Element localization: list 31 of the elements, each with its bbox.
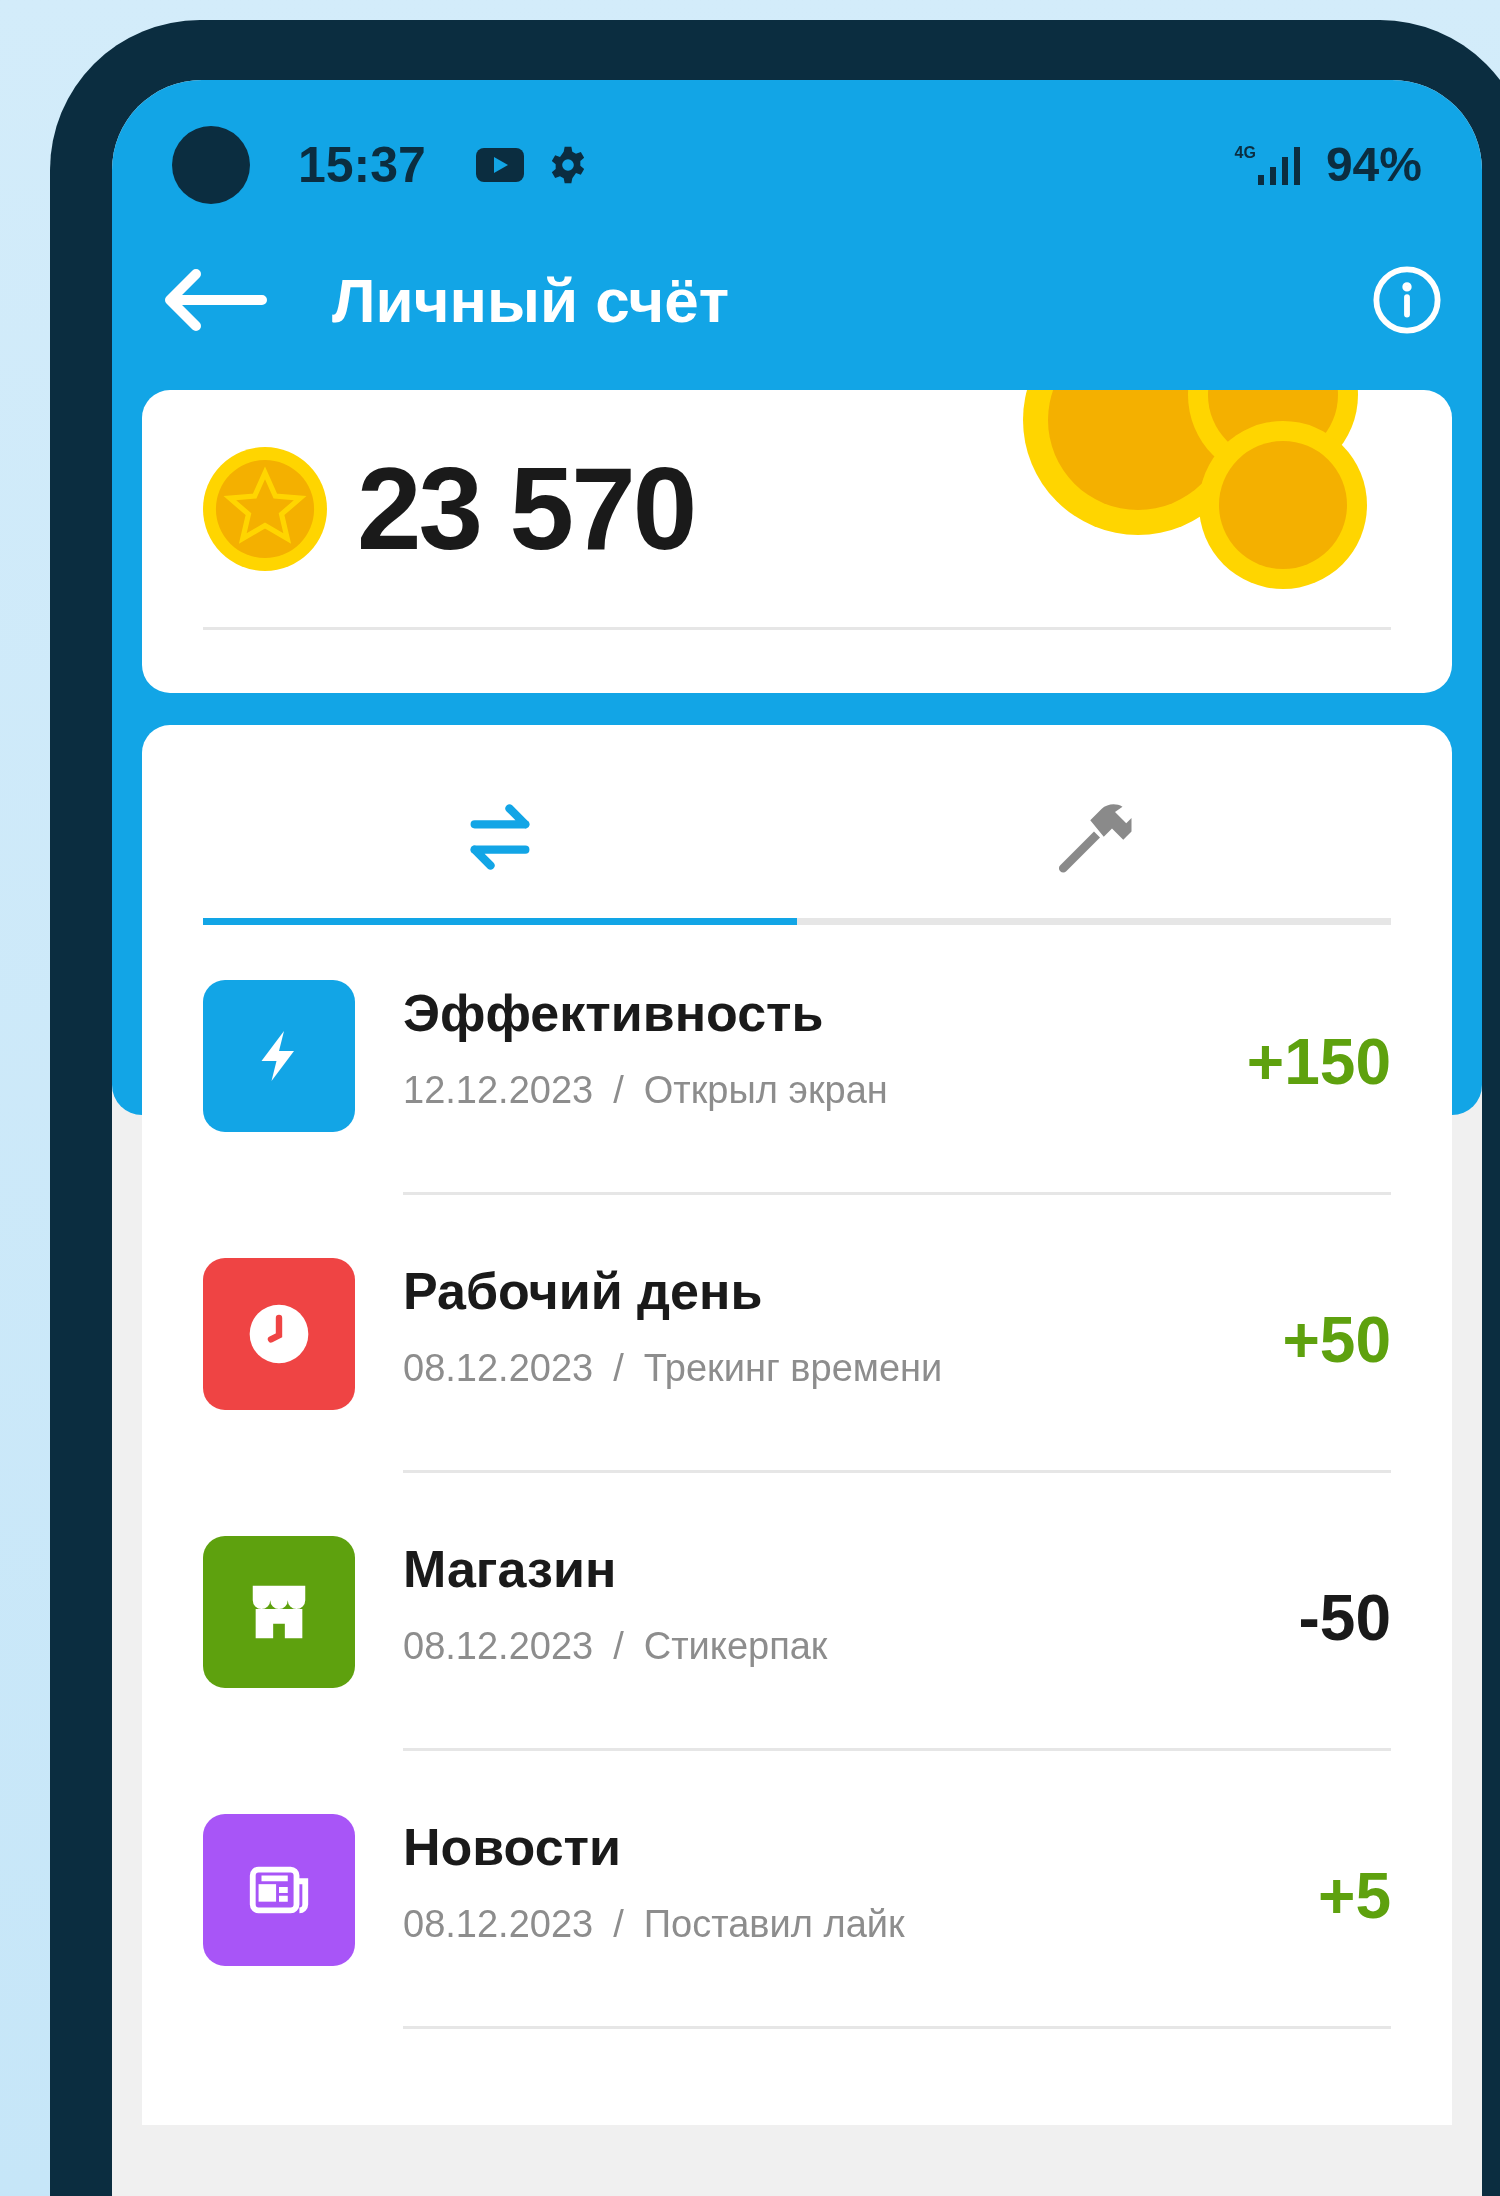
separator-slash: / <box>613 1624 624 1670</box>
separator-slash: / <box>613 1346 624 1392</box>
transaction-amount: +5 <box>1318 1859 1391 1934</box>
network-type: 4G <box>1234 143 1256 163</box>
transaction-description: Открыл экран <box>643 1068 888 1114</box>
transaction-title: Рабочий день <box>403 1261 764 1322</box>
transaction-date: 08.12.2023 <box>403 1346 594 1392</box>
transaction-amount: +150 <box>1246 1025 1391 1100</box>
battery-level: 94% <box>1325 137 1422 193</box>
clock-icon <box>247 1302 311 1366</box>
coin-icon <box>203 446 327 571</box>
transaction-amount: +50 <box>1282 1303 1391 1378</box>
transaction-date: 12.12.2023 <box>403 1068 594 1114</box>
transaction-title: Новости <box>403 1817 623 1878</box>
transaction-description: Трекинг времени <box>643 1346 943 1392</box>
balance-amount: 23 570 <box>357 442 695 576</box>
transaction-description: Поставил лайк <box>643 1902 905 1948</box>
transaction-title: Эффективность <box>403 983 825 1044</box>
separator-slash: / <box>613 1068 624 1114</box>
info-icon[interactable] <box>1372 265 1442 335</box>
play-icon <box>475 148 524 182</box>
transaction-date: 08.12.2023 <box>403 1902 594 1948</box>
transaction-title: Магазин <box>403 1539 618 1600</box>
clock-time: 15:37 <box>298 135 426 195</box>
transaction-date: 08.12.2023 <box>403 1624 594 1670</box>
transaction-amount: -50 <box>1298 1581 1391 1656</box>
back-arrow-icon[interactable] <box>164 268 268 332</box>
signal-icon <box>1255 145 1302 185</box>
transaction-description: Стикерпак <box>643 1624 828 1670</box>
separator-slash: / <box>613 1902 624 1948</box>
screen-title: Личный счёт <box>332 264 730 337</box>
